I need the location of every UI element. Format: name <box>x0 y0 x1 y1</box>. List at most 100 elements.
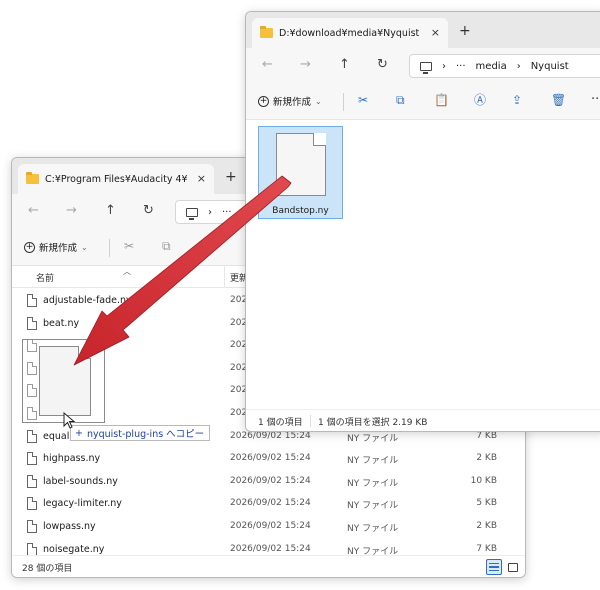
paste-icon[interactable]: 📋 <box>434 94 449 106</box>
forward-arrow-icon[interactable]: → <box>300 57 311 72</box>
toolbar-divider <box>343 93 344 111</box>
drop-tooltip: + nyquist-plug-ins へコピー <box>70 425 211 441</box>
close-tab-icon[interactable]: × <box>431 26 440 39</box>
drag-ghost-file <box>22 339 105 423</box>
new-button[interactable]: + 新規作成 ⌄ <box>258 94 322 108</box>
toolbar-divider <box>109 239 110 257</box>
tab-bar: D:¥download¥media¥Nyquist × + <box>246 12 600 48</box>
selection-info: 1 個の項目を選択 2.19 KB <box>318 418 428 428</box>
cut-icon[interactable]: ✂ <box>124 240 134 252</box>
file-name: noisegate.ny <box>43 543 105 555</box>
folder-icon <box>26 172 39 184</box>
file-type: NY ファイル <box>347 478 399 489</box>
pc-icon <box>420 61 432 74</box>
more-options-icon[interactable]: ··· <box>591 92 600 107</box>
nav-bar: ← → ↑ ↻ › ··· media › Nyquist <box>246 48 600 84</box>
file-icon <box>27 542 37 556</box>
cut-icon[interactable]: ✂ <box>358 94 368 106</box>
file-row[interactable]: lowpass.ny 2026/09/02 15:24 NY ファイル 2 KB <box>12 517 525 539</box>
tab-title: D:¥download¥media¥Nyquist <box>279 27 420 39</box>
explorer-window-nyquist: D:¥download¥media¥Nyquist × + ← → ↑ ↻ › … <box>245 11 600 432</box>
folder-icon <box>260 26 273 38</box>
file-type: NY ファイル <box>347 501 399 512</box>
file-name: label-sounds.ny <box>43 475 118 487</box>
file-date: 2026/09/02 15:24 <box>230 430 311 441</box>
details-view-icon <box>489 563 499 571</box>
details-view-button[interactable] <box>486 559 502 575</box>
file-type: NY ファイル <box>347 524 399 534</box>
file-icon <box>27 474 37 488</box>
chevron-down-icon: ⌄ <box>315 96 322 106</box>
file-icon <box>27 520 37 533</box>
file-icon <box>27 497 37 511</box>
address-chevron-icon: › <box>516 60 521 72</box>
command-bar: + 新規作成 ⌄ ✂ ⧉ 📋 Ⓐ ⇪ 🗑 ··· <box>246 84 600 120</box>
item-count: 28 個の項目 <box>22 564 73 574</box>
file-name: highpass.ny <box>43 453 101 465</box>
address-ellipsis[interactable]: ··· <box>222 207 232 218</box>
file-date: 2026/09/02 15:24 <box>230 453 311 464</box>
file-name: legacy-limiter.ny <box>43 498 122 510</box>
close-tab-icon[interactable]: × <box>197 172 206 185</box>
status-divider <box>310 415 311 427</box>
breadcrumb-nyquist[interactable]: Nyquist <box>531 61 569 72</box>
back-arrow-icon[interactable]: ← <box>262 57 273 72</box>
file-icon <box>27 429 37 443</box>
refresh-icon[interactable]: ↻ <box>377 57 388 72</box>
status-bar: 28 個の項目 <box>12 555 525 577</box>
file-date: 2026/09/02 15:24 <box>230 475 311 486</box>
file-size: 7 KB <box>476 543 497 554</box>
file-row[interactable]: legacy-limiter.ny 2026/09/02 15:24 NY ファイル… <box>12 494 525 516</box>
copy-icon[interactable]: ⧉ <box>162 240 171 252</box>
drop-tooltip-text: nyquist-plug-ins へコピー <box>86 429 205 440</box>
file-icon <box>27 316 37 330</box>
file-date: 2026/09/02 15:24 <box>230 521 311 531</box>
address-chevron-icon: › <box>208 206 212 218</box>
chevron-down-icon: ⌄ <box>81 242 88 252</box>
new-tab-button[interactable]: + <box>225 169 237 185</box>
new-button-label: 新規作成 <box>273 97 312 108</box>
file-date: 2026/09/02 15:24 <box>230 543 311 554</box>
file-row[interactable]: label-sounds.ny 2026/09/02 15:24 NY ファイル 10… <box>12 472 525 494</box>
address-bar[interactable]: › ··· media › Nyquist <box>409 54 600 78</box>
forward-arrow-icon[interactable]: → <box>66 203 77 218</box>
file-icon <box>27 452 37 466</box>
new-button[interactable]: + 新規作成 ⌄ <box>24 240 88 254</box>
copy-icon[interactable]: ⧉ <box>396 94 405 106</box>
file-icon <box>27 294 37 307</box>
up-arrow-icon[interactable]: ↑ <box>339 57 350 72</box>
tab-nyquist[interactable]: D:¥download¥media¥Nyquist × <box>252 18 448 48</box>
rename-icon[interactable]: Ⓐ <box>474 94 486 106</box>
delete-icon[interactable]: 🗑 <box>551 94 566 106</box>
file-name: lowpass.ny <box>43 521 96 532</box>
file-row[interactable]: highpass.ny 2026/09/02 15:24 NY ファイル 2 KB <box>12 449 525 471</box>
plus-icon: + <box>258 95 269 107</box>
selected-file-item[interactable]: Bandstop.ny <box>258 126 343 219</box>
new-tab-button[interactable]: + <box>459 23 471 39</box>
plus-icon: + <box>24 241 35 253</box>
address-chevron-icon: › <box>442 60 446 72</box>
file-icon <box>276 133 326 196</box>
address-ellipsis[interactable]: ··· <box>456 61 466 72</box>
item-count: 1 個の項目 <box>258 418 303 428</box>
paste-icon[interactable]: 📋 <box>200 240 215 252</box>
up-arrow-icon[interactable]: ↑ <box>105 203 116 218</box>
refresh-icon[interactable]: ↻ <box>143 203 154 218</box>
back-arrow-icon[interactable]: ← <box>28 203 39 218</box>
file-type: NY ファイル <box>347 433 399 444</box>
column-name[interactable]: 名前 <box>36 271 54 284</box>
tiles-view-button[interactable] <box>505 559 521 575</box>
mouse-cursor-icon <box>63 412 76 429</box>
tab-title: C:¥Program Files¥Audacity 4¥ <box>45 173 188 185</box>
tab-audacity[interactable]: C:¥Program Files¥Audacity 4¥ × <box>18 164 214 194</box>
status-bar: 1 個の項目 1 個の項目を選択 2.19 KB <box>246 409 600 431</box>
file-icon <box>39 346 91 416</box>
file-size: 5 KB <box>476 498 497 509</box>
breadcrumb-media[interactable]: media <box>476 61 507 72</box>
file-size: 7 KB <box>476 430 497 441</box>
sort-up-icon: ︿ <box>123 267 131 276</box>
file-name: Bandstop.ny <box>272 206 329 216</box>
file-size: 2 KB <box>476 521 497 531</box>
new-button-label: 新規作成 <box>39 243 78 254</box>
share-icon[interactable]: ⇪ <box>512 94 522 106</box>
